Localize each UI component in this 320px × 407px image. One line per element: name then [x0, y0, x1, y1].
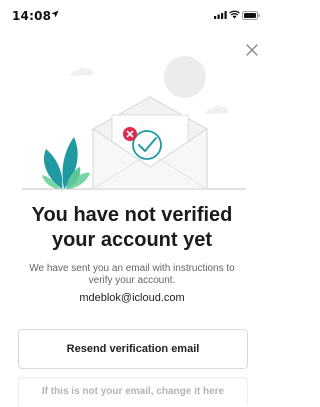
page-title: You have not verified your account yet [8, 203, 256, 253]
resend-verification-label: Resend verification email [66, 343, 200, 355]
status-bar: 14:08 [0, 0, 264, 40]
location-arrow-icon [51, 10, 59, 18]
resend-verification-button[interactable]: Resend verification email [18, 329, 248, 369]
plant-icon [42, 137, 90, 189]
email-address: mdeblok@icloud.com [79, 292, 185, 304]
cloud-left [70, 67, 93, 76]
battery-icon [242, 11, 260, 20]
instructions-line-1: We have sent you an email with instructi… [29, 263, 235, 274]
title-line-1: You have not verified [31, 204, 233, 226]
instructions-text: We have sent you an email with instructi… [14, 263, 250, 287]
envelope-icon [92, 96, 208, 190]
verification-illustration [22, 56, 246, 190]
change-email-label: If this is not your email, change it her… [41, 386, 225, 397]
error-x-icon [123, 127, 137, 141]
change-email-link[interactable]: If this is not your email, change it her… [18, 377, 248, 405]
instructions-line-2: verify your account. [88, 275, 176, 286]
wifi-icon [229, 10, 240, 19]
cellular-signal-icon [214, 11, 227, 19]
cloud-right [205, 105, 228, 114]
title-line-2: your account yet [51, 229, 213, 251]
status-time: 14:08 [12, 9, 52, 23]
sun-circle [164, 56, 206, 98]
